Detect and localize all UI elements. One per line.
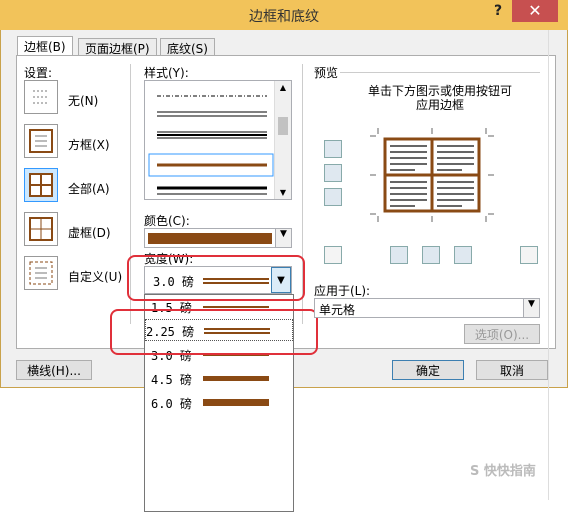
scroll-down-icon[interactable]: ▼ (275, 188, 291, 197)
scroll-up-icon[interactable]: ▲ (275, 83, 291, 92)
preview-hint-2: 应用边框 (415, 98, 464, 112)
help-button[interactable]: ? (488, 3, 508, 19)
scroll-thumb[interactable] (278, 117, 288, 135)
setting-custom-label[interactable]: 自定义(U) (68, 268, 122, 285)
chevron-down-icon[interactable]: ▼ (275, 229, 291, 247)
color-dropdown[interactable]: ▼ (144, 228, 292, 248)
width-option[interactable]: 4.5 磅 (145, 367, 293, 391)
style-label: 样式(Y): (144, 66, 189, 80)
diagonal-up-border-icon[interactable] (324, 246, 342, 264)
inside-vertical-border-icon[interactable] (422, 246, 440, 264)
setting-none-label[interactable]: 无(N) (68, 92, 98, 109)
apply-to-label: 应用于(L): (314, 284, 371, 298)
color-swatch (148, 233, 272, 244)
cancel-button[interactable]: 取消 (476, 360, 548, 380)
setting-box[interactable] (24, 124, 58, 158)
right-border-icon[interactable] (454, 246, 472, 264)
preview-rule (340, 72, 540, 73)
custom-icon (29, 261, 53, 285)
setting-grid[interactable] (24, 212, 58, 246)
ok-button[interactable]: 确定 (392, 360, 464, 380)
style-list[interactable]: ▲ ▼ (144, 80, 292, 200)
watermark: S 快快指南 (470, 464, 536, 479)
preview-label: 预览 (314, 66, 339, 80)
grid-icon (29, 217, 53, 241)
setting-all[interactable] (24, 168, 58, 202)
chevron-down-icon[interactable]: ▼ (523, 299, 539, 317)
diagonal-down-border-icon[interactable] (520, 246, 538, 264)
box-icon (29, 129, 53, 153)
apply-to-value: 单元格 (319, 303, 356, 317)
settings-label: 设置: (24, 66, 53, 80)
style-samples (148, 95, 274, 195)
left-border-icon[interactable] (390, 246, 408, 264)
dialog-title: 边框和底纹 (249, 9, 319, 25)
color-label: 颜色(C): (144, 214, 190, 228)
document-edge (548, 30, 568, 500)
style-scrollbar[interactable]: ▲ ▼ (274, 81, 291, 199)
setting-none[interactable] (24, 80, 58, 114)
top-border-icon[interactable] (324, 140, 342, 158)
width-option[interactable]: 6.0 磅 (145, 391, 293, 415)
bottom-border-icon[interactable] (324, 188, 342, 206)
preview-diagram[interactable] (370, 128, 494, 222)
highlight-width-option (110, 309, 318, 355)
all-icon (29, 173, 53, 197)
horizontal-line-button[interactable]: 横线(H)... (16, 360, 92, 380)
apply-to-dropdown[interactable]: 单元格 ▼ (314, 298, 540, 318)
highlight-width-dropdown (127, 255, 305, 301)
none-icon (33, 90, 49, 104)
setting-all-label[interactable]: 全部(A) (68, 180, 110, 197)
close-button[interactable]: ✕ (512, 0, 558, 22)
options-button[interactable]: 选项(O)... (464, 324, 540, 344)
setting-grid-label[interactable]: 虚框(D) (68, 224, 111, 241)
inside-horizontal-border-icon[interactable] (324, 164, 342, 182)
setting-box-label[interactable]: 方框(X) (68, 136, 110, 153)
setting-custom[interactable] (24, 256, 58, 290)
